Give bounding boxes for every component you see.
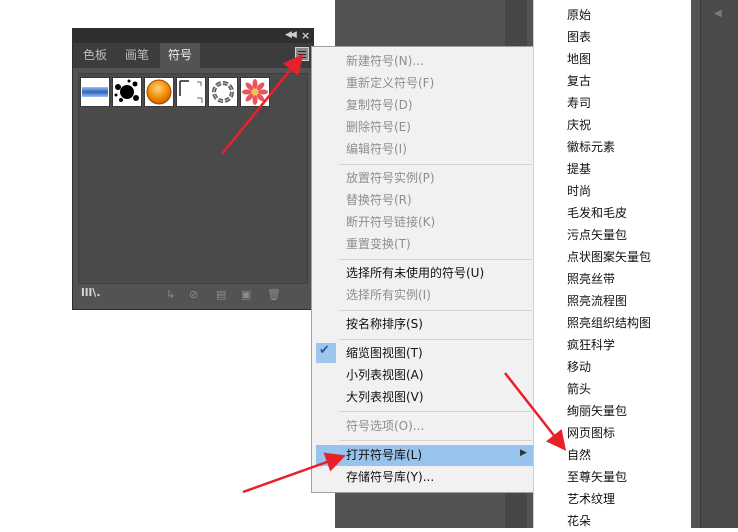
right-dock (700, 0, 738, 528)
menu-item-redefine-symbol[interactable]: 重新定义符号(F) (346, 73, 434, 93)
menu-separator (339, 164, 532, 165)
orange-button-symbol[interactable] (144, 77, 174, 107)
symbol-options-icon[interactable]: ▤ (216, 288, 226, 301)
menu-item-delete-symbol[interactable]: 删除符号(E) (346, 117, 411, 137)
menu-item-replace-symbol[interactable]: 替换符号(R) (346, 190, 412, 210)
menu-item-open-symbol-library[interactable]: 打开符号库(L) (346, 445, 422, 465)
menu-item-thumbnail-view[interactable]: 缩览图视图(T) (346, 343, 423, 363)
symbols-panel: ◀◀ × 色板 画笔 符号 lll\. ↳ ⊘ ▤ ▣ 🗑 (72, 28, 314, 310)
submenu-arrow-icon: ▶ (520, 448, 527, 458)
library-item[interactable]: 点状图案矢量包 (567, 246, 651, 268)
delete-symbol-icon[interactable]: 🗑 (267, 288, 281, 301)
menu-item-symbol-options[interactable]: 符号选项(O)... (346, 416, 424, 436)
panel-menu-button[interactable] (295, 47, 309, 61)
new-symbol-icon[interactable]: ▣ (241, 288, 251, 301)
menu-separator (339, 259, 532, 260)
menu-item-duplicate-symbol[interactable]: 复制符号(D) (346, 95, 413, 115)
menu-item-large-list-view[interactable]: 大列表视图(V) (346, 387, 424, 407)
menu-item-sort-by-name[interactable]: 按名称排序(S) (346, 314, 423, 334)
menu-separator (339, 411, 532, 412)
library-item[interactable]: 地图 (567, 48, 591, 70)
break-link-icon[interactable]: ⊘ (189, 288, 198, 301)
library-item[interactable]: 至尊矢量包 (567, 466, 627, 488)
menu-item-save-symbol-library[interactable]: 存储符号库(Y)... (346, 467, 434, 487)
library-item[interactable]: 毛发和毛皮 (567, 202, 627, 224)
library-item[interactable]: 网页图标 (567, 422, 615, 444)
symbol-libraries-menu-icon[interactable]: lll\. (81, 286, 101, 299)
place-symbol-instance-icon[interactable]: ↳ (166, 288, 175, 301)
collapse-panel-icon[interactable]: ◀◀ (285, 30, 297, 40)
library-item[interactable]: 提基 (567, 158, 591, 180)
library-item[interactable]: 徽标元素 (567, 136, 615, 158)
red-flower-symbol[interactable] (240, 77, 270, 107)
library-item[interactable]: 复古 (567, 70, 591, 92)
ink-splat-symbol[interactable] (112, 77, 142, 107)
library-item[interactable]: 污点矢量包 (567, 224, 627, 246)
menu-separator (339, 339, 532, 340)
menu-separator (339, 440, 532, 441)
library-item[interactable]: 寿司 (567, 92, 591, 114)
library-item[interactable]: 原始 (567, 4, 591, 26)
library-item[interactable]: 箭头 (567, 378, 591, 400)
menu-item-edit-symbol[interactable]: 编辑符号(I) (346, 139, 407, 159)
chain-ring-symbol[interactable] (208, 77, 238, 107)
library-item[interactable]: 照亮丝带 (567, 268, 615, 290)
panel-titlebar (73, 29, 313, 43)
menu-item-break-link[interactable]: 断开符号链接(K) (346, 212, 435, 232)
menu-item-small-list-view[interactable]: 小列表视图(A) (346, 365, 424, 385)
library-item[interactable]: 照亮组织结构图 (567, 312, 651, 334)
library-item[interactable]: 照亮流程图 (567, 290, 627, 312)
tab-brushes[interactable]: 画笔 (117, 43, 157, 68)
menu-item-reset-transform[interactable]: 重置变换(T) (346, 234, 411, 254)
library-item-nature[interactable]: 自然 (567, 444, 591, 466)
library-item[interactable]: 疯狂科学 (567, 334, 615, 356)
menu-item-select-all-instances[interactable]: 选择所有实例(I) (346, 285, 431, 305)
tab-swatches[interactable]: 色板 (75, 43, 115, 68)
menu-item-place-symbol-instance[interactable]: 放置符号实例(P) (346, 168, 435, 188)
checkmark-icon: ✔ (319, 343, 330, 358)
library-item[interactable]: 绚丽矢量包 (567, 400, 627, 422)
corner-marks-symbol[interactable] (176, 77, 206, 107)
blue-gradient-bar-symbol[interactable] (80, 77, 110, 107)
menu-item-select-unused[interactable]: 选择所有未使用的符号(U) (346, 263, 484, 283)
library-item[interactable]: 艺术纹理 (567, 488, 615, 510)
menu-item-new-symbol[interactable]: 新建符号(N)... (346, 51, 424, 71)
close-panel-icon[interactable]: × (301, 29, 310, 42)
dock-expand-icon[interactable]: ◀ (714, 8, 722, 19)
tab-symbols[interactable]: 符号 (160, 43, 200, 68)
library-item[interactable]: 时尚 (567, 180, 591, 202)
library-item[interactable]: 花朵 (567, 510, 591, 532)
library-item[interactable]: 图表 (567, 26, 591, 48)
library-item[interactable]: 移动 (567, 356, 591, 378)
menu-separator (339, 310, 532, 311)
library-item[interactable]: 庆祝 (567, 114, 591, 136)
